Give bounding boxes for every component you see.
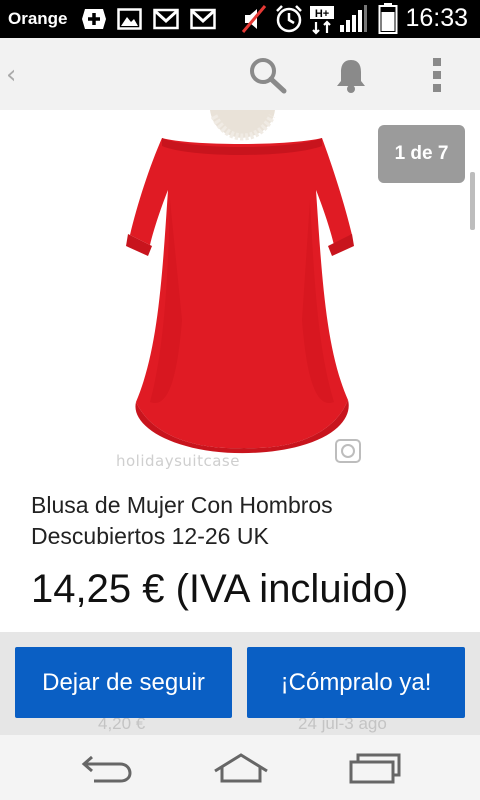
watermark-logo-icon [335, 439, 361, 463]
buy-now-button[interactable]: ¡Cómpralo ya! [247, 647, 465, 718]
hplus-data-icon: H+ [310, 6, 334, 35]
search-icon[interactable] [248, 56, 288, 94]
app-bar: ‹ [0, 38, 480, 110]
clock: 16:33 [405, 4, 468, 32]
signal-icon [340, 5, 367, 32]
status-bar: Orange H+ 16:33 [0, 0, 480, 38]
home-icon[interactable] [212, 751, 270, 785]
scrollbar[interactable] [470, 172, 475, 230]
gmail-icon [190, 8, 216, 30]
carrier-name: Orange [8, 9, 68, 28]
gmail-icon [153, 8, 179, 30]
system-nav-bar [0, 735, 480, 800]
image-counter-badge: 1 de 7 [378, 125, 465, 183]
alarm-icon [276, 5, 302, 33]
image-watermark: holidaysuitcase [116, 452, 240, 470]
notification-bell-icon[interactable] [334, 56, 368, 94]
back-chevron-icon[interactable]: ‹ [6, 60, 16, 90]
overflow-menu-icon[interactable] [431, 56, 443, 94]
listing-price: 14,25 € (IVA incluido) [31, 567, 409, 611]
svg-text:H+: H+ [315, 8, 329, 20]
battery-icon [378, 3, 398, 34]
back-icon[interactable] [80, 751, 134, 785]
mute-icon [241, 5, 267, 33]
image-icon [117, 8, 142, 30]
unfollow-button[interactable]: Dejar de seguir [15, 647, 232, 718]
recent-apps-icon[interactable] [348, 751, 402, 785]
plus-icon [82, 9, 106, 29]
listing-title: Blusa de Mujer Con Hombros Descubiertos … [31, 492, 333, 549]
